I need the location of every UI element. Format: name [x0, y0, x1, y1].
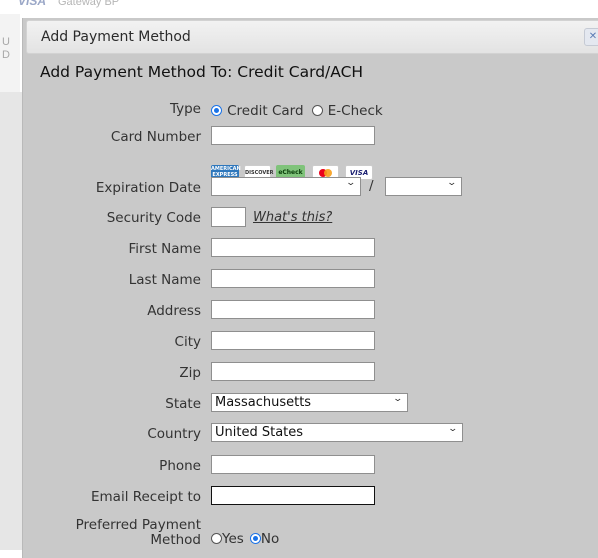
last-name-row: Last Name — [23, 269, 598, 293]
close-icon[interactable]: ✕ — [584, 28, 598, 46]
zip-input[interactable] — [211, 362, 375, 381]
type-row: Type Credit Card E-Check — [23, 98, 598, 122]
expiration-field: ⌄ / ⌄ — [211, 177, 462, 196]
expiration-row: Expiration Date ⌄ / ⌄ — [23, 177, 598, 201]
card-number-input[interactable] — [211, 126, 375, 145]
city-label: City — [174, 334, 201, 350]
zip-label: Zip — [179, 365, 201, 381]
echeck-option-label[interactable]: E-Check — [328, 103, 383, 119]
last-name-input[interactable] — [211, 269, 375, 288]
chevron-down-icon: ⌄ — [392, 394, 404, 404]
expiration-year-select[interactable]: ⌄ — [385, 177, 462, 196]
chevron-down-icon: ⌄ — [345, 178, 357, 188]
preferred-payment-label: Preferred Payment Method — [75, 517, 201, 548]
preferred-yes-radio[interactable] — [211, 533, 222, 544]
zip-field — [211, 362, 375, 381]
country-row: Country United States ⌄ — [23, 423, 598, 447]
chevron-down-icon: ⌄ — [446, 178, 458, 188]
address-input[interactable] — [211, 300, 375, 319]
preferred-payment-options: Yes No — [211, 528, 279, 547]
state-select[interactable]: Massachusetts ⌄ — [211, 393, 408, 412]
email-field — [211, 486, 375, 505]
preferred-no-label[interactable]: No — [261, 531, 279, 547]
gateway-text: Gateway BP — [58, 0, 120, 8]
city-field — [211, 331, 375, 350]
expiration-month-select[interactable]: ⌄ — [211, 177, 361, 196]
background-side-text: U D — [2, 36, 10, 61]
background-shade — [0, 92, 22, 550]
type-options: Credit Card E-Check — [211, 100, 383, 119]
expiration-separator: / — [369, 178, 374, 194]
security-row: Security Code What's this? — [23, 207, 598, 231]
security-code-input[interactable] — [211, 207, 246, 227]
address-field — [211, 300, 375, 319]
security-field: What's this? — [211, 207, 332, 227]
credit-card-radio[interactable] — [211, 105, 222, 116]
phone-label: Phone — [159, 458, 201, 474]
chevron-down-icon: ⌄ — [447, 424, 459, 434]
address-row: Address — [23, 300, 598, 324]
city-row: City — [23, 331, 598, 355]
email-label: Email Receipt to — [90, 489, 201, 505]
address-label: Address — [147, 303, 201, 319]
modal-title: Add Payment Method — [41, 29, 191, 45]
add-payment-modal: Add Payment Method ✕ Add Payment Method … — [22, 18, 598, 558]
email-input[interactable] — [211, 486, 375, 505]
email-row: Email Receipt to — [23, 486, 598, 510]
last-name-field — [211, 269, 375, 288]
visa-logo: VISA — [18, 0, 47, 8]
card-number-row: Card Number — [23, 126, 598, 150]
country-select[interactable]: United States ⌄ — [211, 423, 463, 442]
first-name-input[interactable] — [211, 238, 375, 257]
city-input[interactable] — [211, 331, 375, 350]
preferred-payment-row: Preferred Payment Method Yes No — [23, 518, 598, 554]
preferred-no-radio[interactable] — [249, 533, 261, 544]
state-label: State — [165, 396, 201, 412]
whats-this-link[interactable]: What's this? — [253, 210, 332, 225]
modal-header: Add Payment Method — [26, 20, 598, 54]
first-name-row: First Name — [23, 238, 598, 262]
country-label: Country — [147, 426, 201, 442]
echeck-radio[interactable] — [311, 105, 323, 116]
card-number-field — [211, 126, 375, 145]
phone-row: Phone — [23, 455, 598, 479]
first-name-field — [211, 238, 375, 257]
type-label: Type — [169, 101, 201, 117]
phone-field — [211, 455, 375, 474]
zip-row: Zip — [23, 362, 598, 386]
last-name-label: Last Name — [128, 272, 201, 288]
card-number-label: Card Number — [110, 129, 201, 145]
first-name-label: First Name — [128, 241, 201, 257]
security-code-label: Security Code — [106, 210, 201, 226]
credit-card-option-label[interactable]: Credit Card — [227, 103, 303, 119]
country-field: United States ⌄ — [211, 423, 463, 442]
expiration-label: Expiration Date — [95, 180, 201, 196]
preferred-yes-label[interactable]: Yes — [222, 531, 244, 547]
background-page-header: VISA Gateway BP — [0, 0, 598, 14]
form-heading: Add Payment Method To: Credit Card/ACH — [40, 63, 364, 81]
state-row: State Massachusetts ⌄ — [23, 393, 598, 417]
phone-input[interactable] — [211, 455, 375, 474]
state-field: Massachusetts ⌄ — [211, 393, 408, 412]
